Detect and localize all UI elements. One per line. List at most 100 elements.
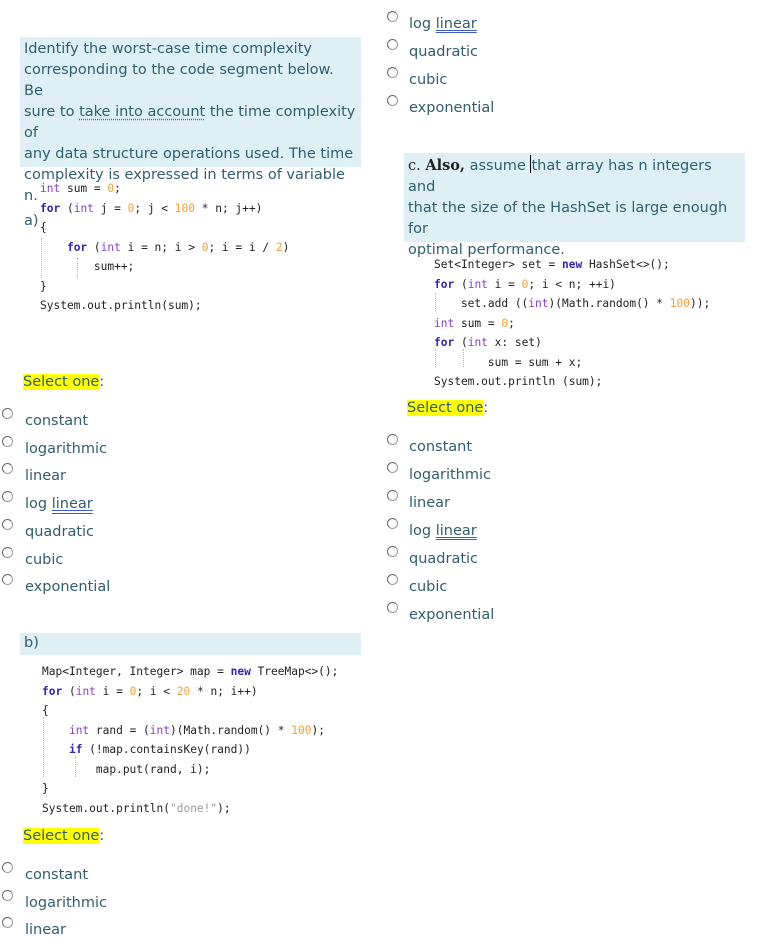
part-b-label: b)	[24, 635, 39, 651]
radio-button[interactable]	[387, 490, 398, 501]
radio-button[interactable]	[2, 862, 13, 873]
code-token: )(Math.random() *	[170, 723, 292, 737]
part-b-header: b)	[20, 633, 361, 655]
prompt-line: that the size of the HashSet is large en…	[408, 200, 728, 237]
radio-button[interactable]	[2, 574, 13, 586]
indent-guide	[77, 258, 78, 278]
prompt-line: sure to take into account the time compl…	[24, 102, 357, 144]
option-label[interactable]: logarithmic	[409, 467, 491, 483]
code-token: ;	[114, 182, 121, 195]
radio-button[interactable]	[387, 546, 398, 557]
code-line: map.put(rand, i);	[42, 760, 338, 780]
option-label[interactable]: linear	[25, 468, 66, 484]
select-one-label-b: Select one:	[23, 828, 104, 844]
prompt-line: c. Also, assume that array has n integer…	[408, 155, 741, 198]
code-token: (	[60, 201, 74, 215]
option-label[interactable]: log linear	[409, 523, 477, 539]
radio-button[interactable]	[2, 889, 13, 901]
option-label[interactable]: log linear	[409, 16, 477, 32]
prompt-line: corresponding to the code segment below.…	[24, 62, 334, 99]
radio-button[interactable]	[387, 434, 398, 445]
code-token: int	[75, 684, 96, 698]
code-token: }	[42, 782, 49, 795]
prompt-text: assume	[465, 158, 531, 174]
radio-button[interactable]	[387, 95, 398, 106]
code-token: for	[434, 336, 455, 349]
radio-button[interactable]	[2, 518, 13, 530]
option-label[interactable]: constant	[409, 439, 472, 455]
radio-button[interactable]	[387, 39, 398, 50]
code-token: * n; j++)	[195, 201, 263, 215]
option-label[interactable]: quadratic	[25, 524, 94, 540]
code-line: if (!map.containsKey(rand))	[42, 740, 338, 760]
radio-button[interactable]	[387, 67, 398, 78]
spellcheck-phrase: take into account	[79, 104, 206, 120]
option-label[interactable]: quadratic	[409, 44, 478, 60]
option-label[interactable]: cubic	[409, 579, 447, 595]
code-token: i =	[95, 684, 130, 698]
code-line: {	[40, 218, 289, 238]
radio-button[interactable]	[387, 574, 398, 585]
option-label[interactable]: logarithmic	[25, 895, 107, 911]
code-line: set.add ((int)(Math.random() * 100));	[434, 294, 710, 314]
code-token: int	[73, 201, 94, 215]
code-token: {	[42, 704, 49, 717]
part-c-prompt: c. Also, assume that array has n integer…	[404, 153, 745, 258]
code-token: )	[282, 240, 290, 254]
code-token: set.add ((	[434, 297, 529, 310]
part-c-prefix: c.	[408, 158, 426, 174]
radio-button[interactable]	[2, 463, 13, 475]
select-one-label-c: Select one:	[407, 400, 488, 416]
code-token: int	[40, 182, 61, 195]
radio-button[interactable]	[2, 546, 13, 558]
code-token: int	[68, 723, 90, 737]
option-label-text: log	[409, 16, 436, 32]
option-label[interactable]: exponential	[409, 607, 494, 623]
radio-button[interactable]	[2, 408, 13, 419]
option-label[interactable]: constant	[25, 413, 88, 429]
radio-button[interactable]	[2, 491, 13, 503]
option-label[interactable]: logarithmic	[25, 441, 107, 457]
prompt-line: any data structure operations used. The …	[24, 146, 354, 162]
option-label[interactable]: linear	[25, 922, 66, 938]
code-token: (	[62, 684, 76, 698]
code-token: int	[149, 723, 171, 737]
radio-button[interactable]	[2, 435, 13, 447]
code-token: for	[40, 201, 61, 215]
option-label[interactable]: quadratic	[409, 551, 478, 567]
code-token: sum =	[454, 316, 502, 330]
option-label[interactable]: cubic	[409, 72, 447, 88]
option-label[interactable]: constant	[25, 867, 88, 883]
prompt-line: Identify the worst-case time complexity	[24, 41, 312, 57]
code-token: TreeMap<>();	[250, 665, 339, 678]
code-token: System.out.println(	[42, 801, 170, 815]
option-label[interactable]: linear	[409, 495, 450, 511]
code-token: int	[467, 277, 488, 291]
select-one-label-a: Select one:	[23, 374, 104, 390]
code-token: j =	[93, 201, 128, 215]
option-label[interactable]: exponential	[25, 579, 110, 595]
radio-button[interactable]	[387, 518, 398, 529]
radio-button[interactable]	[387, 602, 398, 613]
code-line: int sum = 0;	[434, 314, 710, 334]
code-line: for (int x: set)	[434, 333, 710, 353]
code-token: sum =	[60, 182, 108, 195]
option-label[interactable]: cubic	[25, 552, 63, 568]
code-token: );	[311, 723, 325, 737]
colon: :	[99, 374, 105, 390]
code-token: int	[528, 297, 549, 310]
option-label-text: log	[25, 496, 52, 513]
radio-button[interactable]	[387, 11, 398, 22]
indent-guide	[435, 293, 436, 311]
option-label[interactable]: exponential	[409, 100, 494, 116]
code-token: ;	[508, 316, 515, 330]
code-token: (!map.containsKey(rand))	[82, 743, 251, 756]
code-line: for (int j = 0; j < 100 * n; j++)	[40, 199, 289, 219]
radio-button[interactable]	[2, 917, 13, 928]
radio-button[interactable]	[387, 462, 398, 473]
option-label[interactable]: log linear	[25, 496, 93, 512]
code-token: );	[217, 801, 231, 815]
code-token: }	[40, 279, 47, 293]
code-block-c: Set<Integer> set = new HashSet<>(); for (…	[434, 255, 710, 392]
